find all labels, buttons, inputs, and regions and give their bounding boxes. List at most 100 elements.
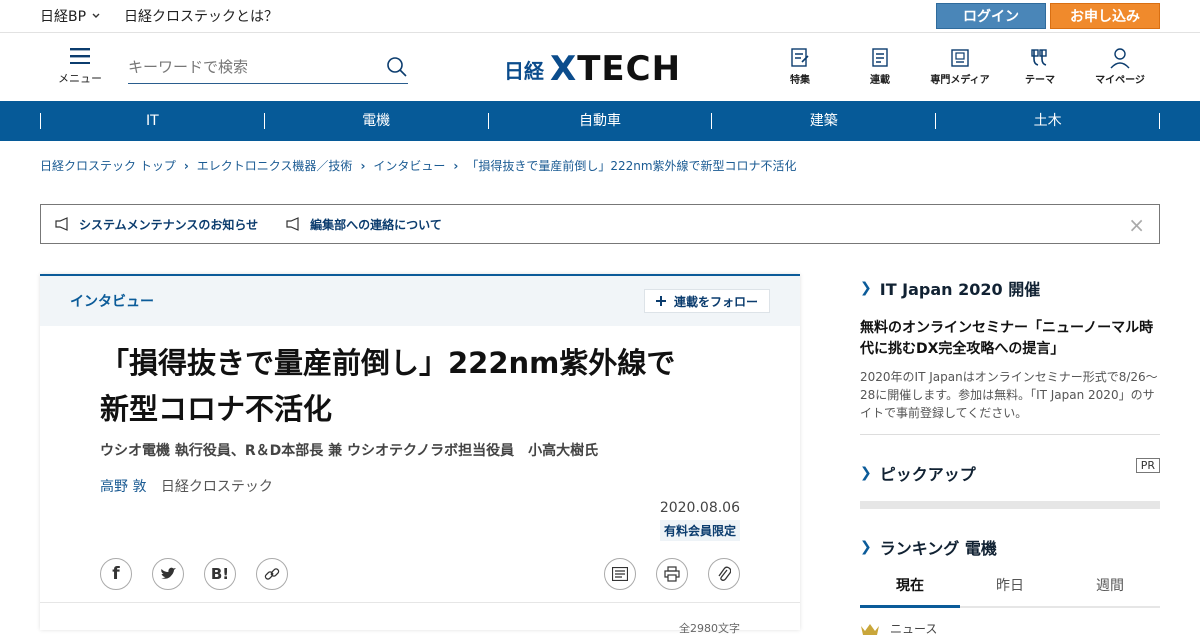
category-civil[interactable]: 土木 — [935, 113, 1159, 129]
category-automotive[interactable]: 自動車 — [487, 113, 712, 129]
print-icon — [664, 566, 680, 582]
article-tools — [604, 558, 740, 590]
link-icon — [264, 568, 280, 580]
clip-button[interactable] — [708, 558, 740, 590]
signup-button[interactable]: お申し込み — [1050, 3, 1160, 29]
hatena-icon: B! — [210, 565, 230, 583]
document-icon — [612, 567, 628, 581]
share-buttons: f B! — [100, 558, 288, 590]
menu-label: メニュー — [58, 72, 102, 85]
article-header: インタビュー 連載をフォロー — [40, 274, 800, 326]
crown-icon — [861, 623, 879, 635]
article-divider — [40, 602, 800, 603]
reading-mode-button[interactable] — [604, 558, 636, 590]
tab-yesterday[interactable]: 昨日 — [960, 575, 1060, 606]
article-subtitle: ウシオ電機 執行役員、R＆D本部長 兼 ウシオテクノラボ担当役員 小高大樹氏 — [100, 443, 599, 459]
it-japan-heading-label: IT Japan 2020 開催 — [879, 280, 1041, 299]
nikkei-bp-label: 日経BP — [40, 9, 87, 25]
logo-tech: TECH — [577, 49, 682, 89]
tab-current[interactable]: 現在 — [860, 575, 960, 608]
category-it[interactable]: IT — [40, 113, 264, 129]
site-logo[interactable]: 日経 XTECH — [504, 49, 681, 89]
article-title-line2: 新型コロナ不活化 — [100, 392, 333, 426]
nav-media-label: 専門メディア — [930, 75, 990, 86]
nav-series[interactable]: 連載 — [840, 47, 920, 86]
paperclip-icon — [718, 566, 731, 581]
nav-mypage[interactable]: マイページ — [1080, 47, 1160, 86]
ranking-heading[interactable]: ❯ ランキング 電機 — [860, 535, 1160, 559]
hamburger-icon — [70, 48, 90, 64]
close-icon[interactable]: × — [1128, 213, 1145, 237]
category-architecture[interactable]: 建築 — [711, 113, 935, 129]
article-category[interactable]: インタビュー — [70, 291, 154, 311]
search-input[interactable] — [128, 57, 386, 76]
pickup-heading-label: ピックアップ — [879, 465, 976, 484]
ranking-heading-label: ランキング 電機 — [879, 539, 997, 558]
ranking-tabs: 現在 昨日 週間 — [860, 575, 1160, 608]
nav-feature[interactable]: 特集 — [760, 47, 840, 86]
nav-theme[interactable]: テーマ — [1000, 47, 1080, 86]
character-count: 全2980文字 — [679, 622, 740, 635]
notice-contact[interactable]: 編集部への連絡について — [286, 216, 442, 233]
nav-theme-label: テーマ — [1025, 75, 1055, 86]
hatena-bookmark-button[interactable]: B! — [204, 558, 236, 590]
megaphone-icon — [286, 217, 299, 231]
user-icon — [1110, 48, 1130, 69]
it-japan-heading[interactable]: ❯ IT Japan 2020 開催 — [860, 276, 1160, 300]
notice-bar: システムメンテナンスのお知らせ 編集部への連絡について × — [40, 204, 1160, 244]
twitter-icon — [161, 567, 176, 579]
twitter-share-button[interactable] — [152, 558, 184, 590]
megaphone-icon — [55, 217, 68, 231]
category-nav: IT 電機 自動車 建築 土木 — [0, 101, 1200, 141]
author-name[interactable]: 高野 敦 — [100, 479, 146, 495]
facebook-share-button[interactable]: f — [100, 558, 132, 590]
print-button[interactable] — [656, 558, 688, 590]
author-org: 日経クロステック — [160, 479, 273, 495]
facebook-icon: f — [112, 564, 120, 584]
nav-mypage-label: マイページ — [1095, 75, 1145, 86]
login-button[interactable]: ログイン — [936, 3, 1046, 29]
site-header: メニュー 日経 XTECH 特集 連載 専門メディア テーマ マイページ — [0, 33, 1200, 101]
about-link[interactable]: 日経クロステックとは？ — [124, 6, 278, 26]
notice-maintenance-label: システムメンテナンスのお知らせ — [79, 217, 259, 232]
nav-media[interactable]: 専門メディア — [920, 47, 1000, 86]
breadcrumb: 日経クロステック トップ › エレクトロニクス機器／技術 › インタビュー › … — [0, 141, 1200, 174]
header-nav: 特集 連載 専門メディア テーマ マイページ — [760, 47, 1160, 86]
search-box — [128, 50, 408, 84]
ranking-item-label: ニュース — [890, 622, 938, 636]
article-title-line1: 「損得抜きで量産前倒し」222nm紫外線で — [100, 346, 676, 380]
nikkei-bp-link[interactable]: 日経BP — [40, 6, 100, 26]
plus-icon — [655, 296, 666, 306]
notice-contact-label: 編集部への連絡について — [310, 217, 442, 232]
breadcrumb-electronics[interactable]: エレクトロニクス機器／技術 — [197, 157, 353, 174]
feature-icon — [791, 48, 809, 67]
tab-weekly[interactable]: 週間 — [1060, 575, 1160, 606]
follow-series-button[interactable]: 連載をフォロー — [644, 289, 770, 313]
promo-title-link[interactable]: 無料のオンラインセミナー「ニューノーマル時代に挑むDX完全攻略への提言」 — [860, 318, 1160, 360]
category-nav-end-divider — [1158, 113, 1160, 129]
article-title: 「損得抜きで量産前倒し」222nm紫外線で 新型コロナ不活化 — [100, 340, 740, 432]
logo-x: X — [550, 49, 578, 89]
follow-label: 連載をフォロー — [673, 294, 758, 309]
chevron-right-icon: ❯ — [860, 280, 872, 296]
sidebar: ❯ IT Japan 2020 開催 無料のオンラインセミナー「ニューノーマル時… — [860, 276, 1160, 637]
breadcrumb-current[interactable]: 「損得抜きで量産前倒し」222nm紫外線で新型コロナ不活化 — [466, 157, 796, 174]
notice-maintenance[interactable]: システムメンテナンスのお知らせ — [55, 216, 258, 233]
category-electronics[interactable]: 電機 — [263, 113, 488, 129]
pickup-heading[interactable]: ❯ ピックアップ — [860, 461, 1160, 485]
breadcrumb-top[interactable]: 日経クロステック トップ — [40, 157, 176, 174]
breadcrumb-interview[interactable]: インタビュー — [373, 157, 445, 174]
article-date: 2020.08.06 — [659, 500, 740, 516]
media-icon — [951, 49, 969, 67]
nav-series-label: 連載 — [870, 75, 890, 86]
copy-link-button[interactable] — [256, 558, 288, 590]
search-icon[interactable] — [386, 56, 408, 78]
logo-xtech: XTECH — [550, 49, 681, 89]
logo-nikkei: 日経 — [504, 58, 544, 83]
top-bar: 日経BP 日経クロステックとは？ ログイン お申し込み — [0, 0, 1200, 33]
pr-badge: PR — [1135, 458, 1160, 473]
menu-button[interactable]: メニュー — [40, 48, 120, 86]
theme-icon — [1031, 49, 1047, 66]
nav-feature-label: 特集 — [790, 75, 810, 86]
ranking-item[interactable]: ニュース — [860, 620, 1160, 637]
